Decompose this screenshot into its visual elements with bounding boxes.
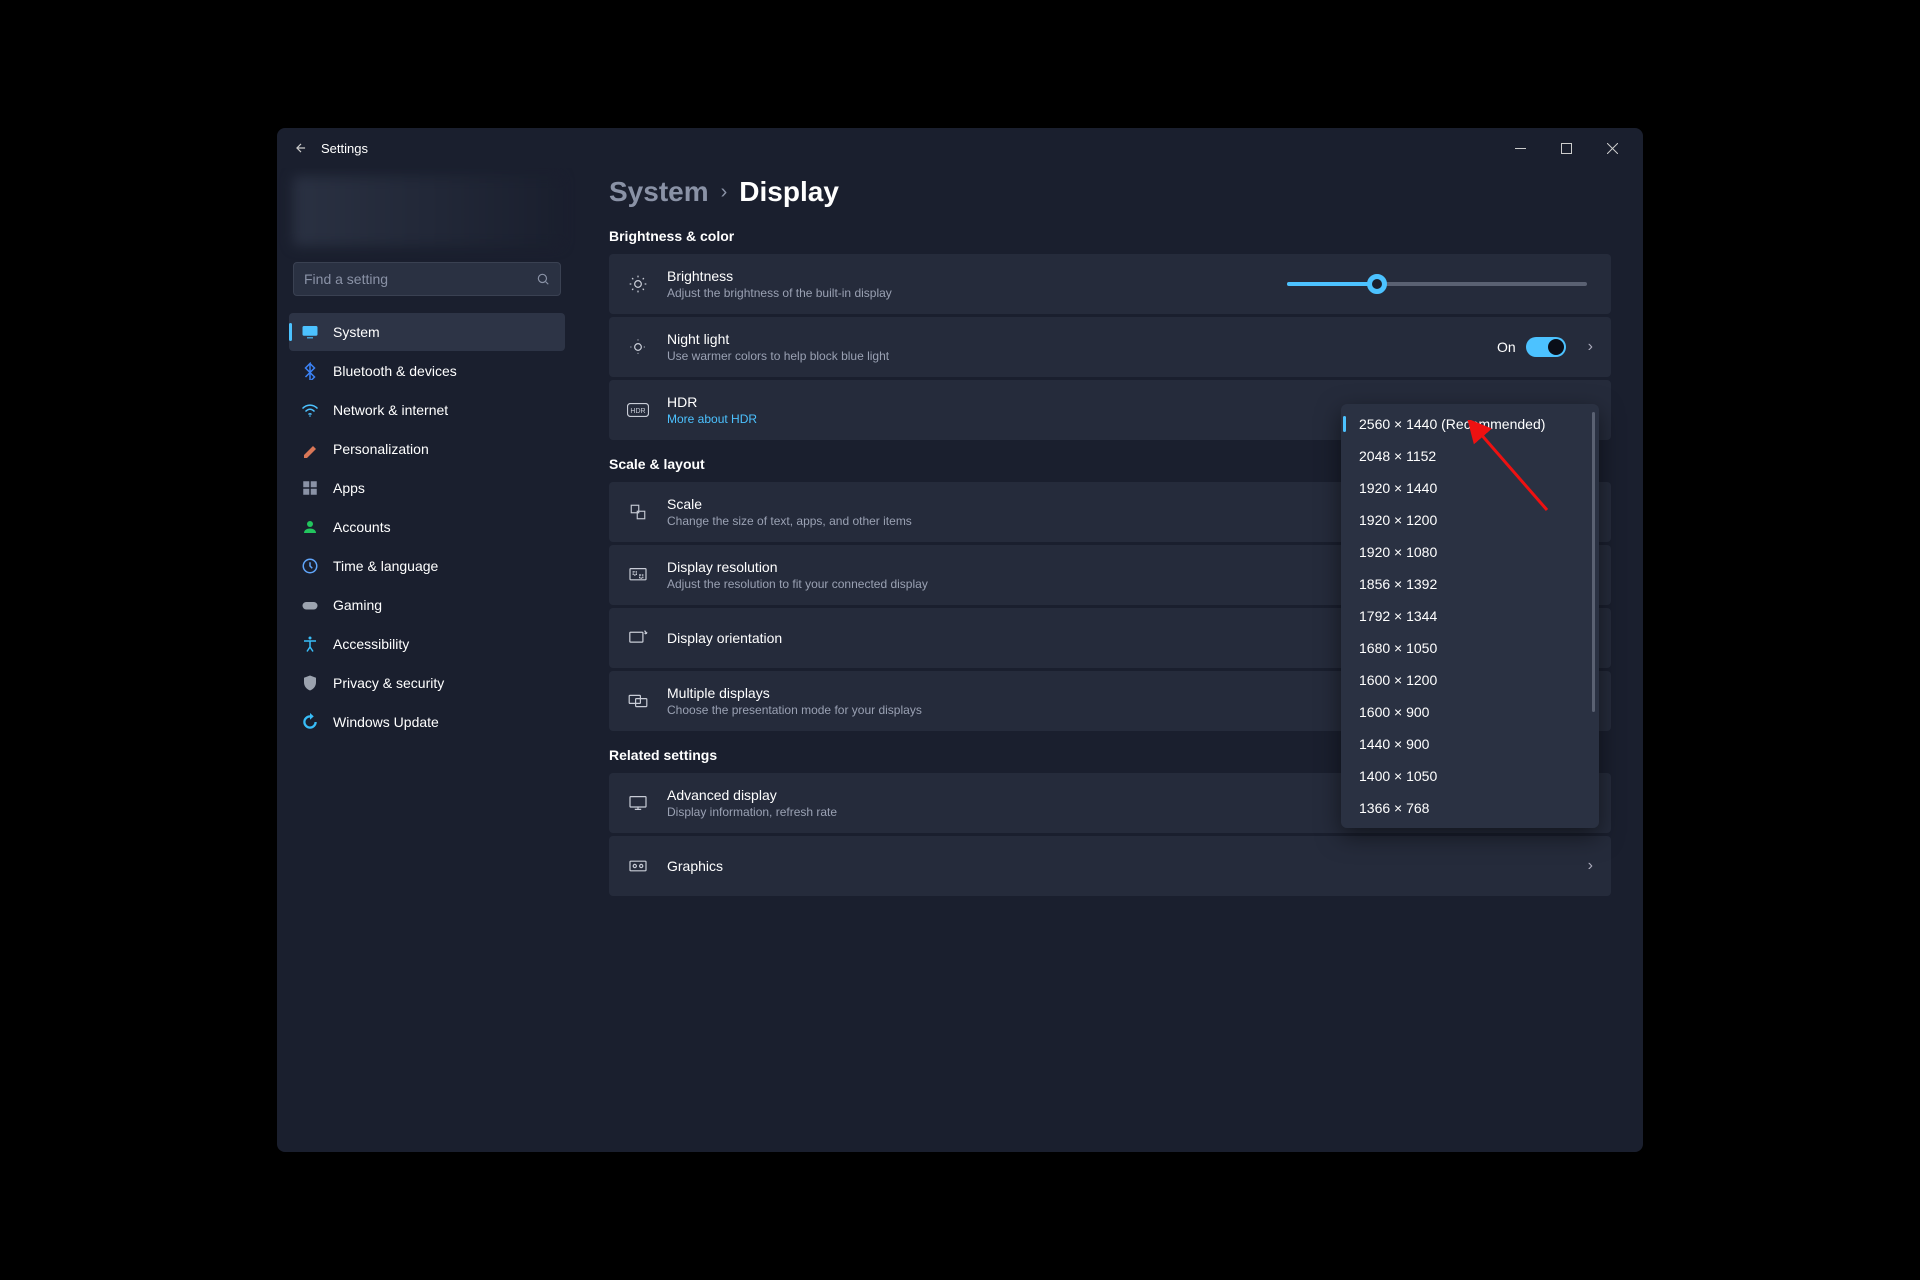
resolution-option[interactable]: 1366 × 768 bbox=[1341, 792, 1599, 824]
apps-icon bbox=[301, 479, 319, 497]
section-brightness-title: Brightness & color bbox=[609, 228, 1611, 244]
display-icon bbox=[301, 323, 319, 341]
sun-icon bbox=[627, 274, 649, 294]
chevron-right-icon: › bbox=[721, 181, 728, 204]
resolution-option[interactable]: 2560 × 1440 (Recommended) bbox=[1341, 408, 1599, 440]
resolution-option[interactable]: 1440 × 900 bbox=[1341, 728, 1599, 760]
nav-item-label: Windows Update bbox=[333, 714, 439, 730]
user-profile-blurred bbox=[293, 176, 561, 246]
resolution-option[interactable]: 1920 × 1080 bbox=[1341, 536, 1599, 568]
nav-item-label: Apps bbox=[333, 480, 365, 496]
brightness-title: Brightness bbox=[667, 268, 1287, 284]
svg-text:HDR: HDR bbox=[630, 408, 645, 415]
nav-item-network-internet[interactable]: Network & internet bbox=[289, 391, 565, 429]
accessibility-icon bbox=[301, 635, 319, 653]
wifi-icon bbox=[301, 401, 319, 419]
breadcrumb-current: Display bbox=[739, 176, 839, 208]
graphics-title: Graphics bbox=[667, 858, 1576, 874]
monitor-icon bbox=[627, 795, 649, 811]
brush-icon bbox=[301, 440, 319, 458]
window-title: Settings bbox=[321, 141, 368, 156]
titlebar: Settings bbox=[277, 128, 1643, 168]
hdr-icon: HDR bbox=[627, 403, 649, 417]
resolution-option[interactable]: 1792 × 1344 bbox=[1341, 600, 1599, 632]
bluetooth-icon bbox=[301, 362, 319, 380]
maximize-button[interactable] bbox=[1543, 132, 1589, 164]
resolution-option[interactable]: 1856 × 1392 bbox=[1341, 568, 1599, 600]
night-light-sub: Use warmer colors to help block blue lig… bbox=[667, 349, 1497, 363]
back-button[interactable] bbox=[285, 132, 317, 164]
nav-item-label: System bbox=[333, 324, 380, 340]
multiple-displays-icon bbox=[627, 693, 649, 709]
nav-item-label: Gaming bbox=[333, 597, 382, 613]
graphics-icon bbox=[627, 858, 649, 874]
nav-item-label: Accounts bbox=[333, 519, 391, 535]
nav-list: System Bluetooth & devices Network & inter… bbox=[285, 312, 569, 742]
sidebar: System Bluetooth & devices Network & inter… bbox=[277, 168, 577, 1152]
scale-icon bbox=[627, 503, 649, 521]
resolution-icon bbox=[627, 567, 649, 583]
nav-item-label: Network & internet bbox=[333, 402, 448, 418]
shield-icon bbox=[301, 674, 319, 692]
nav-item-personalization[interactable]: Personalization bbox=[289, 430, 565, 468]
nav-item-bluetooth-devices[interactable]: Bluetooth & devices bbox=[289, 352, 565, 390]
update-icon bbox=[301, 713, 319, 731]
search-icon bbox=[536, 272, 550, 286]
brightness-sub: Adjust the brightness of the built-in di… bbox=[667, 286, 1287, 300]
minimize-button[interactable] bbox=[1497, 132, 1543, 164]
orientation-icon bbox=[627, 629, 649, 647]
graphics-card[interactable]: Graphics › bbox=[609, 836, 1611, 896]
night-light-title: Night light bbox=[667, 331, 1497, 347]
chevron-right-icon: › bbox=[1588, 338, 1593, 356]
night-light-card[interactable]: Night light Use warmer colors to help bl… bbox=[609, 317, 1611, 377]
nav-item-accessibility[interactable]: Accessibility bbox=[289, 625, 565, 663]
resolution-option[interactable]: 1920 × 1200 bbox=[1341, 504, 1599, 536]
nav-item-label: Accessibility bbox=[333, 636, 409, 652]
resolution-option[interactable]: 1600 × 900 bbox=[1341, 696, 1599, 728]
nav-item-apps[interactable]: Apps bbox=[289, 469, 565, 507]
nav-item-privacy-security[interactable]: Privacy & security bbox=[289, 664, 565, 702]
nav-item-gaming[interactable]: Gaming bbox=[289, 586, 565, 624]
search-box[interactable] bbox=[293, 262, 561, 296]
clock-icon bbox=[301, 557, 319, 575]
nav-item-label: Time & language bbox=[333, 558, 438, 574]
resolution-dropdown[interactable]: 2560 × 1440 (Recommended)2048 × 11521920… bbox=[1341, 404, 1599, 828]
main-content: System › Display Brightness & color Brig… bbox=[577, 168, 1643, 1152]
resolution-option[interactable]: 1600 × 1200 bbox=[1341, 664, 1599, 696]
search-input[interactable] bbox=[304, 271, 536, 287]
breadcrumb: System › Display bbox=[609, 176, 1611, 208]
gamepad-icon bbox=[301, 596, 319, 614]
person-icon bbox=[301, 518, 319, 536]
chevron-right-icon: › bbox=[1588, 857, 1593, 875]
breadcrumb-parent[interactable]: System bbox=[609, 176, 709, 208]
close-button[interactable] bbox=[1589, 132, 1635, 164]
nav-item-time-language[interactable]: Time & language bbox=[289, 547, 565, 585]
night-light-state: On bbox=[1497, 339, 1516, 355]
nav-item-label: Bluetooth & devices bbox=[333, 363, 457, 379]
moon-icon bbox=[627, 337, 649, 357]
dropdown-scrollbar[interactable] bbox=[1592, 412, 1595, 712]
nav-item-windows-update[interactable]: Windows Update bbox=[289, 703, 565, 741]
resolution-option[interactable]: 2048 × 1152 bbox=[1341, 440, 1599, 472]
window-controls bbox=[1497, 132, 1635, 164]
nav-item-system[interactable]: System bbox=[289, 313, 565, 351]
nav-item-label: Personalization bbox=[333, 441, 429, 457]
resolution-option[interactable]: 1680 × 1050 bbox=[1341, 632, 1599, 664]
resolution-option[interactable]: 1920 × 1440 bbox=[1341, 472, 1599, 504]
settings-window: Settings System Bluetooth & devices Networ… bbox=[277, 128, 1643, 1152]
brightness-card: Brightness Adjust the brightness of the … bbox=[609, 254, 1611, 314]
nav-item-accounts[interactable]: Accounts bbox=[289, 508, 565, 546]
resolution-option[interactable]: 1400 × 1050 bbox=[1341, 760, 1599, 792]
night-light-toggle[interactable] bbox=[1526, 337, 1566, 357]
nav-item-label: Privacy & security bbox=[333, 675, 444, 691]
brightness-slider[interactable] bbox=[1287, 282, 1587, 286]
